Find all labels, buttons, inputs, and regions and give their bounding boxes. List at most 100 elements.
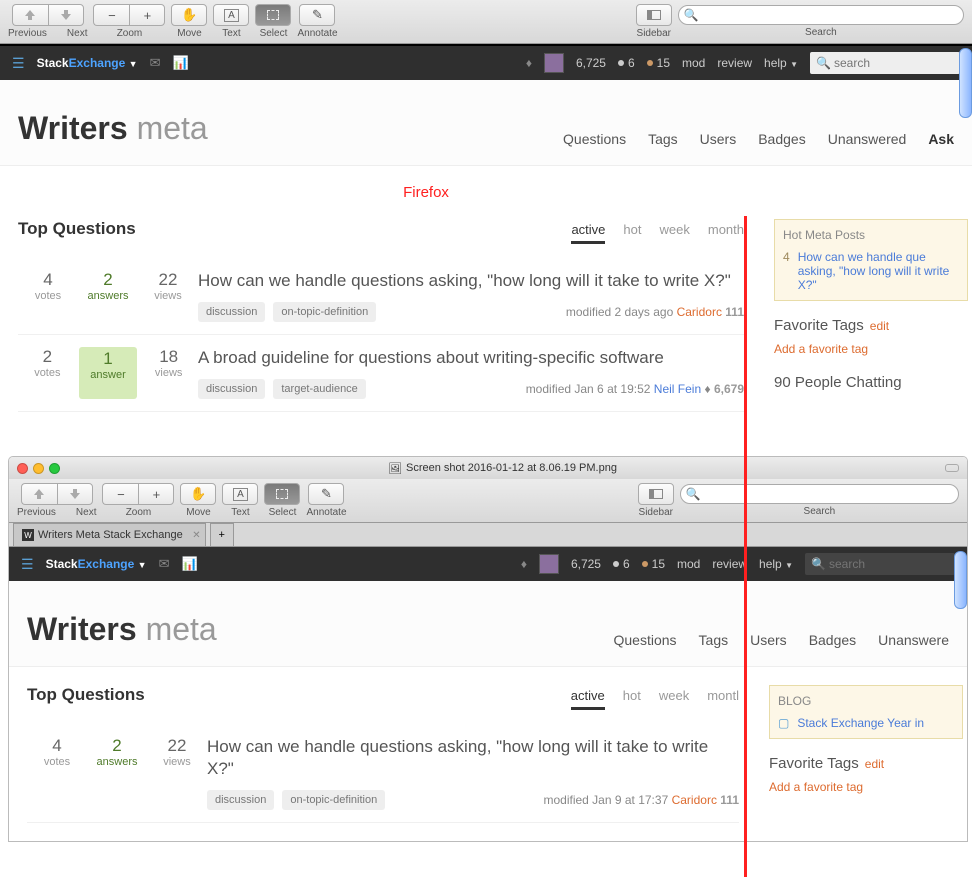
tab-week[interactable]: week	[659, 688, 689, 710]
chat-head[interactable]: 90 People Chatting	[774, 374, 968, 391]
bronze-badge-icon	[647, 60, 653, 66]
reputation[interactable]: 6,725	[571, 557, 601, 571]
hot-meta-item[interactable]: 4How can we handle que asking, "how long…	[783, 250, 959, 292]
question-title[interactable]: A broad guideline for questions about wr…	[198, 347, 744, 369]
search-label: Search	[805, 27, 837, 38]
edit-link[interactable]: edit	[865, 757, 884, 771]
tag[interactable]: discussion	[198, 379, 265, 399]
browser-tab[interactable]: WWriters Meta Stack Exchange✕	[13, 523, 206, 546]
move-button[interactable]: ✋	[171, 4, 207, 26]
se-search-input-2[interactable]	[805, 553, 955, 575]
tab-active[interactable]: active	[571, 222, 605, 244]
zoom-icon[interactable]	[49, 463, 60, 474]
tab-hot[interactable]: hot	[623, 222, 641, 244]
tag[interactable]: on-topic-definition	[282, 790, 385, 810]
zoom-out-button[interactable]: −	[102, 483, 138, 505]
review-link[interactable]: review	[712, 557, 747, 571]
review-link[interactable]: review	[717, 56, 752, 70]
sidebar-button[interactable]	[638, 483, 674, 505]
scrollbar-2[interactable]	[954, 551, 967, 609]
zoom-out-button[interactable]: −	[93, 4, 129, 26]
mod-link[interactable]: mod	[677, 557, 700, 571]
add-fav-tag[interactable]: Add a favorite tag	[769, 780, 963, 794]
user-link[interactable]: Caridorc	[677, 305, 722, 319]
text-button[interactable]: A	[213, 4, 249, 26]
nav-tags[interactable]: Tags	[699, 632, 729, 648]
next-button[interactable]	[57, 483, 93, 505]
move-button[interactable]: ✋	[180, 483, 216, 505]
blog-item[interactable]: ▢Stack Exchange Year in	[778, 716, 954, 730]
prev-button[interactable]	[12, 4, 48, 26]
close-icon[interactable]	[17, 463, 28, 474]
zoom-in-button[interactable]: +	[138, 483, 174, 505]
views-stat: 22views	[138, 270, 198, 322]
help-link[interactable]: help ▼	[764, 56, 798, 70]
avatar[interactable]	[544, 53, 564, 73]
se-logo-icon[interactable]: ☰	[21, 556, 34, 573]
text-label: Text	[222, 28, 240, 39]
achievements-icon[interactable]: 📊	[181, 556, 197, 572]
nav-badges[interactable]: Badges	[758, 131, 805, 147]
pill-icon[interactable]	[945, 464, 959, 472]
annotate-button[interactable]: ✎	[308, 483, 344, 505]
next-button[interactable]	[48, 4, 84, 26]
zoom-in-button[interactable]: +	[129, 4, 165, 26]
site-title[interactable]: Writers meta	[18, 110, 208, 147]
site-title[interactable]: Writers meta	[27, 611, 217, 648]
prev-label: Previous	[8, 28, 47, 39]
toolbar-search-input-2[interactable]	[680, 484, 959, 504]
question-title[interactable]: How can we handle questions asking, "how…	[207, 736, 739, 780]
bronze-count: 15	[657, 56, 670, 70]
reputation[interactable]: 6,725	[576, 56, 606, 70]
nav-ask[interactable]: Ask	[928, 131, 954, 147]
tab-active[interactable]: active	[571, 688, 605, 710]
avatar[interactable]	[539, 554, 559, 574]
tag[interactable]: target-audience	[273, 379, 365, 399]
minimize-icon[interactable]	[33, 463, 44, 474]
views-stat: 18views	[139, 347, 198, 399]
nav-tags[interactable]: Tags	[648, 131, 678, 147]
tag[interactable]: on-topic-definition	[273, 302, 376, 322]
add-fav-tag[interactable]: Add a favorite tag	[774, 342, 968, 356]
select-button[interactable]	[264, 483, 300, 505]
se-search-input[interactable]	[810, 52, 960, 74]
achievements-icon[interactable]: 📊	[172, 55, 188, 71]
mod-link[interactable]: mod	[682, 56, 705, 70]
prev-button[interactable]	[21, 483, 57, 505]
pen-icon: ✎	[312, 7, 323, 23]
select-button[interactable]	[255, 4, 291, 26]
inbox-icon[interactable]: ✉	[150, 55, 161, 71]
user-link[interactable]: Caridorc	[672, 793, 717, 807]
nav-questions[interactable]: Questions	[563, 131, 626, 147]
edit-link[interactable]: edit	[870, 319, 889, 333]
tab-hot[interactable]: hot	[623, 688, 641, 710]
nav-unanswered[interactable]: Unanswere	[878, 632, 949, 648]
question-title[interactable]: How can we handle questions asking, "how…	[198, 270, 744, 292]
tag[interactable]: discussion	[207, 790, 274, 810]
zoom-label: Zoom	[117, 28, 143, 39]
nav-questions[interactable]: Questions	[614, 632, 677, 648]
annotate-button[interactable]: ✎	[299, 4, 335, 26]
new-tab-button[interactable]: +	[210, 523, 234, 546]
nav-users[interactable]: Users	[700, 131, 737, 147]
tab-month[interactable]: month	[708, 222, 744, 244]
se-brand[interactable]: StackExchange ▼	[46, 557, 147, 571]
nav-users[interactable]: Users	[750, 632, 787, 648]
sidebar-button[interactable]	[636, 4, 672, 26]
silver-count: 6	[628, 56, 635, 70]
toolbar-search-input[interactable]	[678, 5, 964, 25]
se-logo-icon[interactable]: ☰	[12, 55, 25, 72]
tag[interactable]: discussion	[198, 302, 265, 322]
tab-month[interactable]: montl	[707, 688, 739, 710]
close-tab-icon[interactable]: ✕	[192, 530, 200, 541]
user-link[interactable]: Neil Fein	[654, 382, 701, 396]
tab-week[interactable]: week	[660, 222, 690, 244]
inbox-icon[interactable]: ✉	[159, 556, 170, 572]
diamond-icon: ♦	[526, 56, 532, 70]
help-link[interactable]: help ▼	[759, 557, 793, 571]
text-button[interactable]: A	[222, 483, 258, 505]
se-brand[interactable]: StackExchange ▼	[37, 56, 138, 70]
nav-badges[interactable]: Badges	[809, 632, 856, 648]
nav-unanswered[interactable]: Unanswered	[828, 131, 907, 147]
scrollbar[interactable]	[959, 48, 972, 118]
